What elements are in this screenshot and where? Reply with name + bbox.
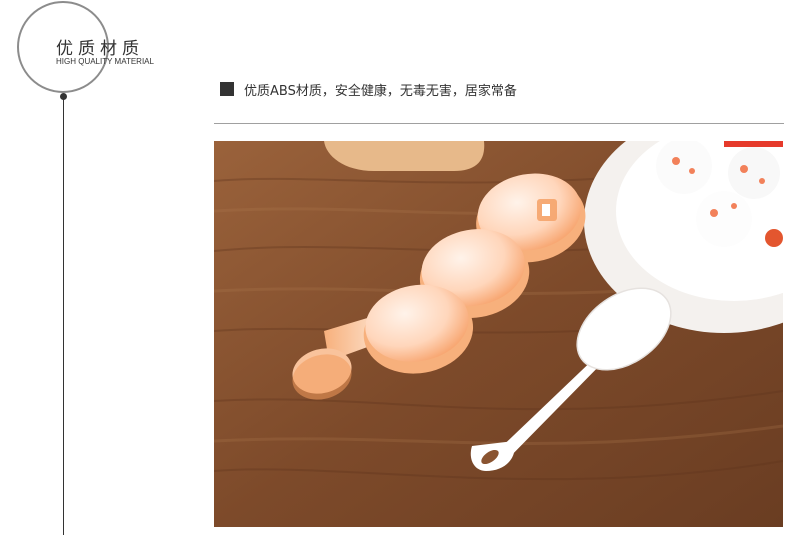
divider [214,123,784,124]
feature-bullet: 优质ABS材质，安全健康，无毒无害，居家常备 [220,80,517,99]
timeline-line [63,96,64,535]
section-title: 优质材质 [56,39,144,59]
feature-text: 优质ABS材质，安全健康，无毒无害，居家常备 [244,83,517,99]
square-bullet-icon [220,82,234,96]
section-subtitle: HIGH QUALITY MATERIAL [56,57,154,66]
product-photo-illustration [214,141,783,527]
product-photo [214,141,783,527]
